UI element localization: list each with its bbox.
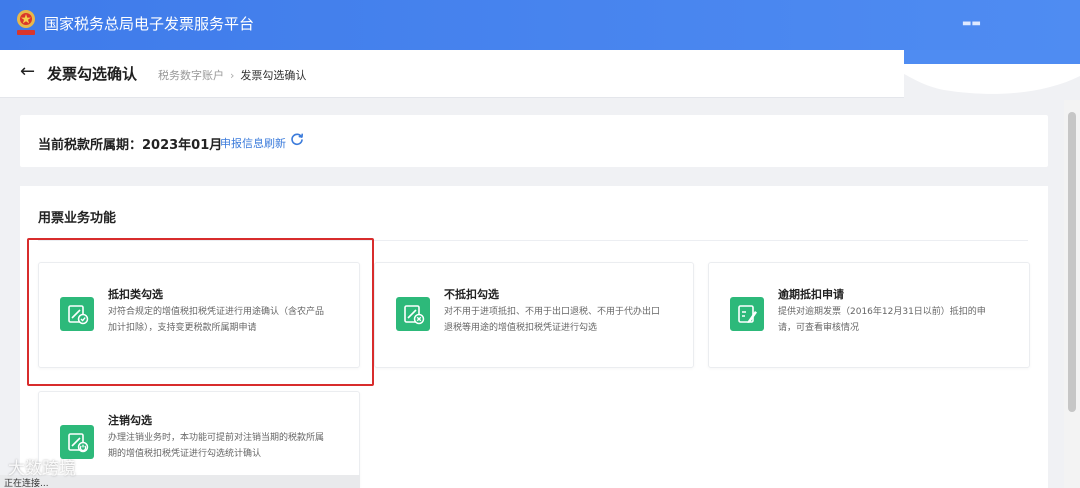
overdue-apply-icon xyxy=(730,297,764,331)
function-title: 逾期抵扣申请 xyxy=(778,288,844,301)
description-line: 期的增值税扣税凭证进行勾选统计确认 xyxy=(108,449,262,459)
national-emblem-icon xyxy=(17,10,35,35)
tax-period-card: 当前税款所属期：2023年01月 申报信息刷新 xyxy=(20,115,1048,167)
function-description: 对符合规定的增值税扣税凭证进行用途确认（含农产品 加计扣除），支持变更税款所属期… xyxy=(108,304,324,336)
section-divider xyxy=(38,240,1028,241)
watermark: 大数跨境 xyxy=(8,459,76,479)
refresh-icon[interactable] xyxy=(290,132,304,146)
description-line: 对符合规定的增值税扣税凭证进行用途确认（含农产品 xyxy=(108,307,325,317)
description-line: 提供对逾期发票（2016年12月31日以前）抵扣的申 xyxy=(778,307,986,317)
function-card-no-deduct[interactable]: 不抵扣勾选 对不用于进项抵扣、不用于出口退税、不用于代办出口 退税等用途的增值税… xyxy=(374,262,694,368)
no-deduct-icon xyxy=(396,297,430,331)
app-title: 国家税务总局电子发票服务平台 xyxy=(44,15,255,33)
user-menu[interactable]: ▬▬ xyxy=(962,18,981,29)
page-title: 发票勾选确认 xyxy=(47,65,138,83)
description-line: 加计扣除），支持变更税款所属期申请 xyxy=(108,323,257,333)
description-line: 办理注销业务时，本功能可提前对注销当期的税款所属 xyxy=(108,433,325,443)
description-line: 退税等用途的增值税扣税凭证进行勾选 xyxy=(444,323,598,333)
function-description: 办理注销业务时，本功能可提前对注销当期的税款所属 期的增值税扣税凭证进行勾选统计… xyxy=(108,430,324,462)
function-description: 提供对逾期发票（2016年12月31日以前）抵扣的申 请，可查看审核情况 xyxy=(778,304,986,336)
description-line: 对不用于进项抵扣、不用于出口退税、不用于代办出口 xyxy=(444,307,661,317)
scrollbar-thumb[interactable] xyxy=(1068,112,1076,412)
breadcrumb-separator-icon: › xyxy=(230,69,235,82)
function-card-overdue-apply[interactable]: 逾期抵扣申请 提供对逾期发票（2016年12月31日以前）抵扣的申 请，可查看审… xyxy=(708,262,1030,368)
deduct-check-icon xyxy=(60,297,94,331)
function-title: 不抵扣勾选 xyxy=(444,288,499,301)
function-title: 注销勾选 xyxy=(108,414,152,427)
breadcrumb: 税务数字账户 › 发票勾选确认 xyxy=(158,67,306,83)
breadcrumb-item-account[interactable]: 税务数字账户 xyxy=(158,69,224,82)
refresh-declaration-link[interactable]: 申报信息刷新 xyxy=(220,135,286,151)
header-decoration xyxy=(904,50,1080,64)
section-title: 用票业务功能 xyxy=(38,211,117,226)
back-arrow-icon[interactable]: ← xyxy=(20,61,35,82)
function-title: 抵扣类勾选 xyxy=(108,288,163,301)
tax-period-label: 当前税款所属期：2023年01月 xyxy=(38,138,223,153)
function-description: 对不用于进项抵扣、不用于出口退税、不用于代办出口 退税等用途的增值税扣税凭证进行… xyxy=(444,304,660,336)
description-line: 请，可查看审核情况 xyxy=(778,323,860,333)
function-card-cancel-check[interactable]: 注销勾选 办理注销业务时，本功能可提前对注销当期的税款所属 期的增值税扣税凭证进… xyxy=(38,391,360,488)
function-card-deduct-check[interactable]: 抵扣类勾选 对符合规定的增值税扣税凭证进行用途确认（含农产品 加计扣除），支持变… xyxy=(38,262,360,368)
header-wave-decoration xyxy=(904,64,1080,94)
breadcrumb-item-current: 发票勾选确认 xyxy=(240,69,307,82)
